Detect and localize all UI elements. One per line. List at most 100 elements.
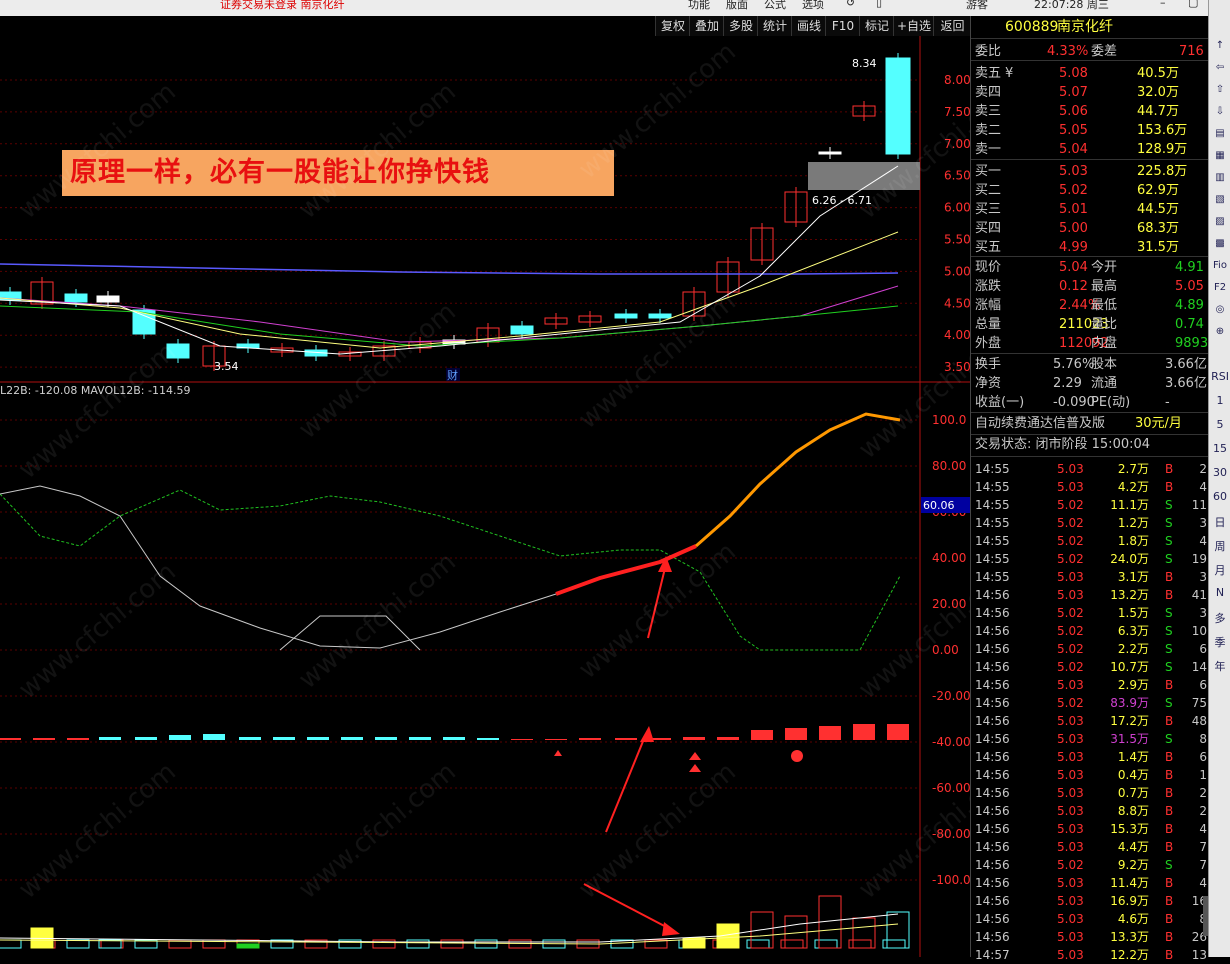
tick-time: 14:56	[975, 840, 1010, 854]
toolbar-back-button[interactable]: 返回	[933, 16, 971, 36]
side-tool-icon[interactable]: Fio	[1211, 260, 1229, 276]
toolbar-mark-button[interactable]: 标记	[859, 16, 894, 36]
menu-formula[interactable]: 公式	[764, 0, 786, 12]
side-tool-icon[interactable]: F2	[1211, 282, 1229, 298]
period-button[interactable]: 多	[1211, 610, 1229, 626]
menu-layout[interactable]: 版面	[726, 0, 748, 12]
period-button[interactable]: 年	[1211, 658, 1229, 674]
stat-value: -0.090	[1053, 395, 1095, 410]
stat-row: 涨幅 2.44% 最低 4.89	[973, 296, 1207, 315]
period-button[interactable]: 日	[1211, 514, 1229, 530]
toolbar-fuquan-button[interactable]: 复权	[655, 16, 690, 36]
toolbar-draw-button[interactable]: 画线	[791, 16, 826, 36]
side-tool-icon[interactable]: ▧	[1211, 194, 1229, 210]
toolbar-overlay-button[interactable]: 叠加	[689, 16, 724, 36]
divider	[971, 60, 1209, 61]
volume-bar	[780, 939, 804, 949]
side-tool-icon[interactable]: ▨	[1211, 216, 1229, 232]
histogram-bar	[853, 724, 875, 740]
side-tool-icon[interactable]: ▦	[1211, 150, 1229, 166]
doc-icon[interactable]: ▯	[876, 0, 882, 9]
buy-volume: 31.5万	[1137, 240, 1179, 255]
tick-count: 2	[1199, 462, 1207, 476]
toolbar-add-watchlist-button[interactable]: +自选	[893, 16, 934, 36]
volume-bar	[440, 939, 464, 949]
volume-bar	[882, 939, 906, 949]
side-tool-icon[interactable]: ↑	[1211, 40, 1229, 56]
tick-count: 6	[1199, 750, 1207, 764]
period-button[interactable]: 周	[1211, 538, 1229, 554]
period-button[interactable]: 季	[1211, 634, 1229, 650]
period-button[interactable]: 30	[1211, 466, 1229, 482]
sell-price: 5.06	[1059, 104, 1088, 119]
tick-side: S	[1165, 660, 1173, 674]
restore-icon[interactable]: ▢	[1188, 0, 1198, 9]
period-button[interactable]: 月	[1211, 562, 1229, 578]
buy-level-label: 买五	[975, 240, 1002, 255]
histogram-bar	[409, 737, 431, 740]
tick-time: 14:56	[975, 768, 1010, 782]
side-tool-icon[interactable]: ⇦	[1211, 62, 1229, 78]
tick-volume: 1.2万	[1117, 516, 1149, 530]
side-tool-icon[interactable]: ▥	[1211, 172, 1229, 188]
tick-price: 5.03	[1057, 732, 1084, 746]
toolbar-stats-button[interactable]: 统计	[757, 16, 792, 36]
tick-side: S	[1165, 642, 1173, 656]
period-button[interactable]: N	[1211, 586, 1229, 602]
buy-price: 5.01	[1059, 202, 1088, 217]
sell-volume: 40.5万	[1137, 66, 1179, 81]
sell-level-label: 卖三	[975, 104, 1002, 119]
histogram-bar	[239, 737, 261, 740]
menu-function[interactable]: 功能	[688, 0, 710, 12]
currency-sign: ¥	[1005, 66, 1014, 81]
period-button[interactable]: 15	[1211, 442, 1229, 458]
kline-chart-area[interactable]: 8.00 7.50 7.00 6.50 6.00 5.50 5.00 4.50 4.00 3.50…	[0, 16, 1022, 957]
indicator-value-tag: 60.06	[923, 499, 955, 512]
tick-price: 5.02	[1057, 660, 1084, 674]
period-button[interactable]: 1	[1211, 394, 1229, 410]
sell-level-label: 卖四	[975, 85, 1002, 100]
tick-count: 10	[1191, 624, 1207, 638]
side-tool-icon[interactable]: ▤	[1211, 128, 1229, 144]
weibi-row: 委比 4.33% 委差 716	[973, 42, 1207, 61]
side-tool-icon[interactable]: ⇧	[1211, 84, 1229, 100]
tick-volume: 1.4万	[1117, 750, 1149, 764]
buy-price: 5.03	[1059, 164, 1088, 179]
side-tool-icon[interactable]: ⇩	[1211, 106, 1229, 122]
candle-body	[885, 57, 911, 155]
tick-row: 14:55 5.02 11.1万 S 11	[973, 496, 1209, 514]
period-button[interactable]: 5	[1211, 418, 1229, 434]
indicator-tick-label: 40.00	[932, 551, 966, 565]
period-button[interactable]: 60	[1211, 490, 1229, 506]
tick-row: 14:55 5.03 2.7万 B 2	[973, 460, 1209, 478]
side-tool-icon[interactable]: ◎	[1211, 304, 1229, 320]
system-topbar: 证券交易未登录 南京化纤 功能 版面 公式 选项 ↺ ▯ 游客 22:07:28…	[0, 0, 1230, 16]
tick-time: 14:56	[975, 732, 1010, 746]
tick-time: 14:55	[975, 552, 1010, 566]
toolbar-multistock-button[interactable]: 多股	[723, 16, 758, 36]
tick-side: S	[1165, 534, 1173, 548]
histogram-bar	[819, 726, 841, 740]
stat-row: 外盘 112092 内盘 98931	[973, 334, 1216, 353]
period-button[interactable]: RSI	[1211, 370, 1229, 386]
histogram-bar	[67, 738, 89, 740]
tick-time: 14:56	[975, 876, 1010, 890]
tick-side: B	[1165, 948, 1174, 962]
side-tool-icon[interactable]: ⊕	[1211, 326, 1229, 342]
tick-time: 14:56	[975, 912, 1010, 926]
stat-value: 3.66亿	[1165, 376, 1207, 391]
divider	[971, 159, 1209, 160]
side-tool-icon[interactable]: ▩	[1211, 238, 1229, 254]
stock-code: 600889	[1005, 19, 1059, 35]
minimize-icon[interactable]: –	[1160, 0, 1166, 9]
tick-side: B	[1165, 840, 1174, 854]
toolbar-f10-button[interactable]: F10	[825, 16, 860, 36]
chart-toolbar: 复权 叠加 多股 统计 画线 F10 标记 +自选 返回	[655, 16, 970, 36]
refresh-icon[interactable]: ↺	[846, 0, 855, 9]
stat-label: 换手	[975, 357, 1002, 372]
histogram-bar	[135, 737, 157, 740]
menu-options[interactable]: 选项	[802, 0, 824, 12]
sell-row: 卖一 5.04 128.9万	[973, 140, 1207, 159]
stat-value: 5.05	[1175, 279, 1204, 294]
tick-row: 14:56 5.02 1.5万 S 3	[973, 604, 1209, 622]
